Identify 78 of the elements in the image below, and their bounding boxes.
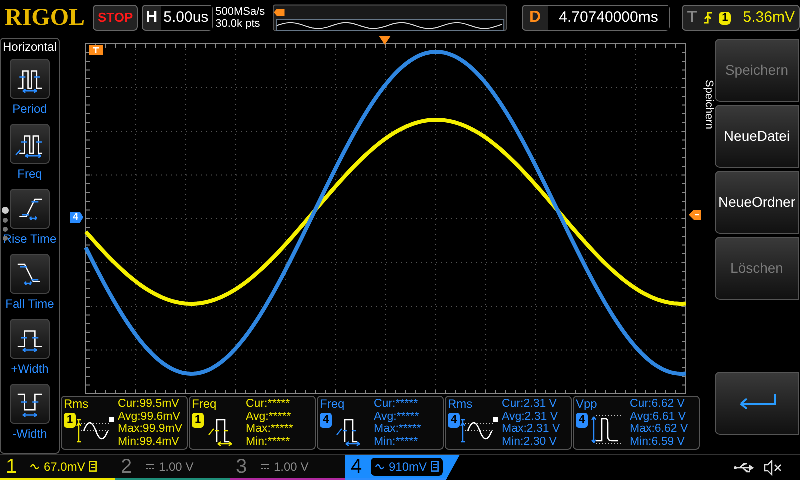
measure-label: -Width [12, 427, 48, 441]
measurement-value: Max:2.31 V [502, 423, 560, 436]
measurement-value: Cur:***** [374, 398, 420, 410]
menu-button[interactable]: NeueOrdner [715, 171, 799, 234]
channel-badge: 4 [320, 413, 332, 428]
measure-button[interactable] [10, 59, 50, 99]
channel-badge: 1 [192, 413, 204, 428]
measure-button[interactable] [10, 319, 50, 359]
ac-coupling-icon [30, 462, 40, 471]
measurement-value: Min:***** [246, 436, 292, 448]
measurement-value: Cur:99.5mV [118, 398, 180, 410]
return-button[interactable] [715, 372, 799, 435]
trigger-level-icon [689, 210, 701, 220]
menu-title: Speichern [703, 80, 715, 130]
bandwidth-icon [431, 461, 440, 472]
channel-badge: 1 [719, 12, 732, 24]
measure-label: Freq [18, 167, 42, 181]
measurement-value: Avg:***** [246, 410, 292, 423]
timebase-box[interactable]: H 5.00us [142, 5, 213, 31]
memory-overview[interactable] [272, 3, 508, 33]
brand-logo: RIGOL [5, 6, 86, 30]
measurement-value: Cur:6.62 V [630, 398, 686, 410]
channel-tab[interactable]: 4 910mV [345, 455, 460, 480]
measurement-value: Avg:***** [374, 410, 420, 423]
memory-depth: 30.0k pts [216, 18, 262, 30]
usb-icon [734, 462, 756, 474]
measure-button[interactable] [10, 384, 50, 424]
measurement-value: Cur:2.31 V [502, 398, 558, 410]
measurement-value: Cur:***** [246, 398, 292, 410]
measure-label: +Width [11, 362, 49, 376]
measure-label: Period [12, 102, 48, 116]
channel-marker: 4 [70, 212, 84, 223]
measurement-name: Rms [448, 397, 474, 411]
bandwidth-icon [89, 461, 98, 472]
channel-badge: 4 [576, 413, 588, 428]
channel-tab[interactable]: 3 1.00 V [230, 455, 345, 480]
measurement-name: Rms [64, 397, 90, 411]
measurement-name: Freq [192, 397, 218, 411]
measurement-name: Vpp [576, 397, 598, 411]
trigger-level: 5.36mV [743, 8, 795, 28]
trigger-label: T [687, 8, 698, 28]
menu-title: Horizontal [2, 39, 58, 55]
trigger-box[interactable]: T 1 5.36mV [682, 5, 800, 31]
measurement-value: Min:2.30 V [502, 436, 558, 448]
channel-tab[interactable]: 2 1.00 V [115, 455, 230, 480]
measurement-value: Max:6.62 V [630, 423, 688, 436]
run-stop-indicator[interactable]: STOP [93, 5, 138, 31]
ac-coupling-icon [375, 462, 385, 471]
measurement-value: Min:99.4mV [118, 436, 180, 448]
muted-speaker-icon [764, 460, 782, 476]
timebase-value: 5.00us [160, 6, 212, 30]
timebase-label: H [145, 8, 159, 28]
delay-label: D [528, 8, 542, 28]
dc-coupling-icon [260, 462, 270, 471]
measurement-value: Min:***** [374, 436, 420, 448]
measure-button[interactable] [10, 254, 50, 294]
measurement-value: Avg:99.6mV [118, 410, 182, 423]
dc-coupling-icon [145, 462, 155, 471]
channel-tab[interactable]: 1 67.0mV [0, 455, 115, 480]
rising-edge-icon [703, 11, 714, 25]
channel-badge: 1 [64, 413, 76, 428]
sample-rate: 500MSa/s [216, 6, 266, 18]
trigger-offset-icon [89, 45, 103, 55]
measurement-value: Min:6.59 V [630, 436, 686, 448]
measure-button[interactable] [10, 124, 50, 164]
measure-label: Fall Time [6, 297, 54, 311]
measurement-value: Max:***** [246, 423, 294, 436]
measurement-name: Freq [320, 397, 346, 411]
measurement-value: Avg:2.31 V [502, 410, 560, 423]
measurement-value: Max:***** [374, 423, 422, 436]
channel-badge: 4 [448, 413, 460, 428]
delay-value: 4.70740000ms [548, 6, 670, 30]
menu-button[interactable]: NeueDatei [715, 105, 799, 168]
measurement-value: Max:99.9mV [118, 423, 183, 436]
trigger-position-icon [379, 36, 391, 46]
measurement-value: Avg:6.61 V [630, 410, 688, 423]
delay-box[interactable]: D 4.70740000ms [522, 5, 670, 31]
measure-button[interactable] [10, 189, 50, 229]
